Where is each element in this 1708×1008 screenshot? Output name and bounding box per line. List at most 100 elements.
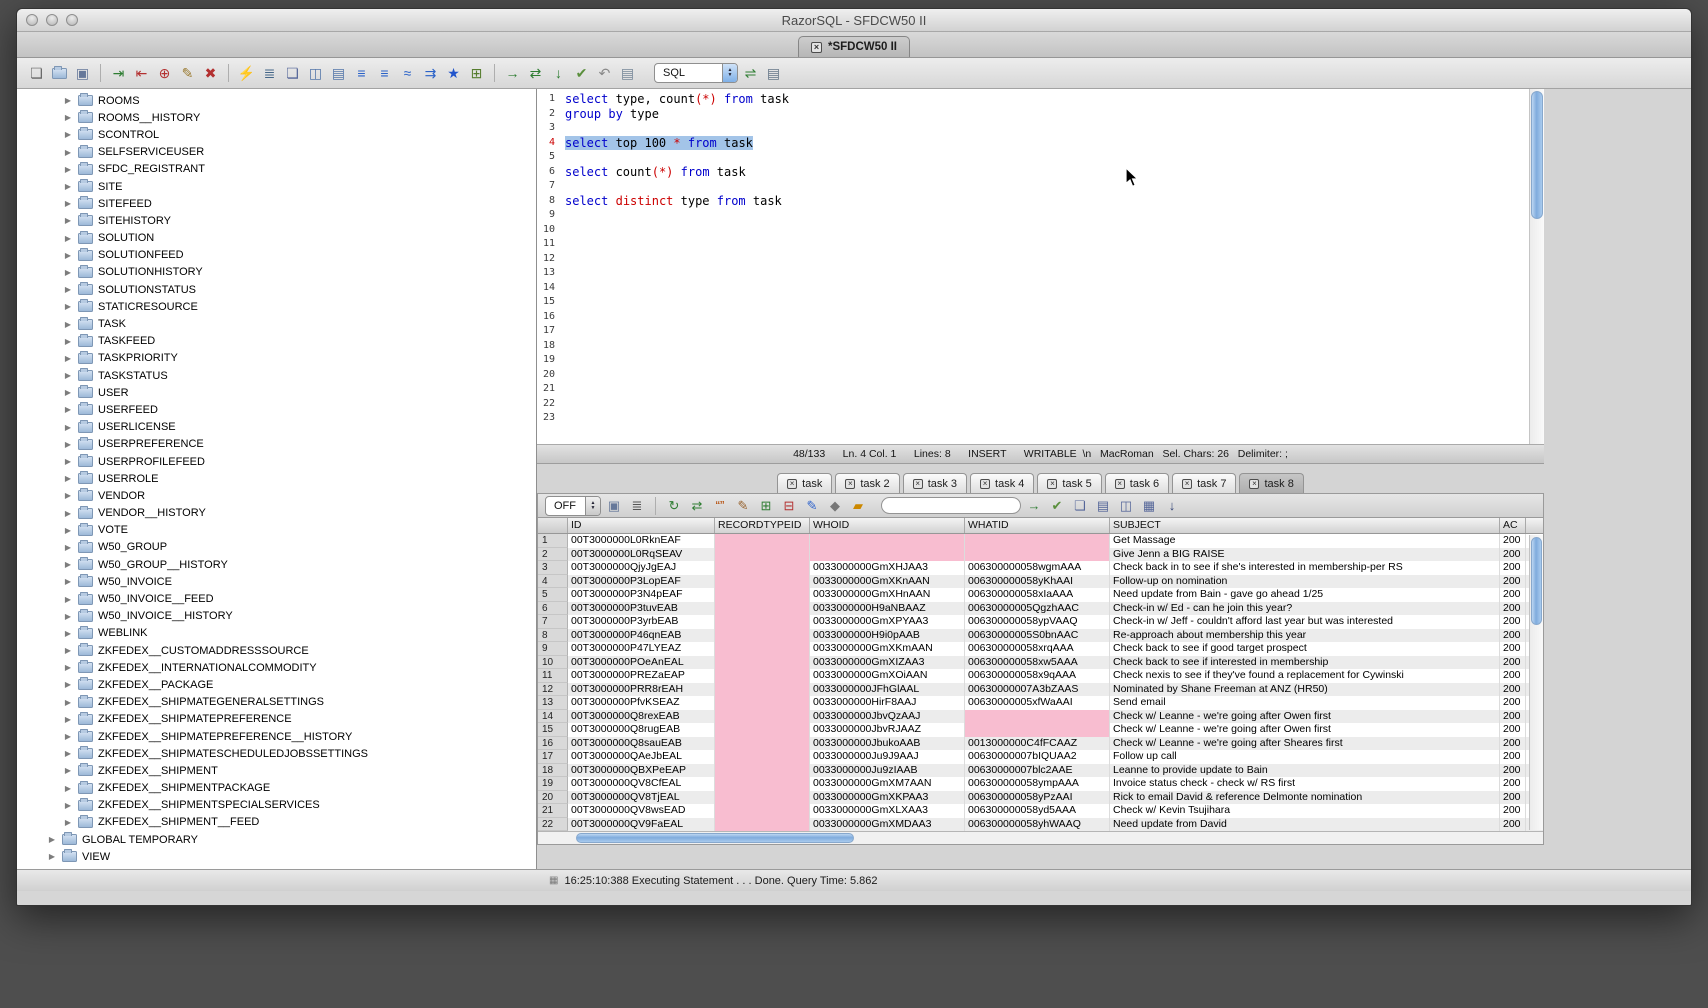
- log-icon[interactable]: ▤: [617, 63, 638, 84]
- disclosure-triangle-icon[interactable]: ▶: [63, 749, 73, 758]
- tab-close-icon[interactable]: ×: [787, 479, 797, 489]
- editor-vertical-scrollbar[interactable]: [1529, 89, 1544, 444]
- table-cell[interactable]: 00T3000000PREZaEAP: [568, 669, 715, 683]
- disclosure-triangle-icon[interactable]: ▶: [63, 818, 73, 827]
- table-cell[interactable]: [810, 548, 965, 562]
- scrollbar-thumb[interactable]: [1531, 537, 1542, 625]
- disclosure-triangle-icon[interactable]: ▶: [47, 852, 57, 861]
- table-cell[interactable]: Check w/ Leanne - we're going after Owen…: [1110, 710, 1500, 724]
- print-results-icon[interactable]: ▤: [1093, 496, 1113, 516]
- table-cell[interactable]: 0033000000HirF8AAJ: [810, 696, 965, 710]
- table-cell[interactable]: 0033000000H9aNBAAZ: [810, 602, 965, 616]
- table-row[interactable]: 300T3000000QjyJgEAJ0033000000GmXHJAA3006…: [538, 561, 1543, 575]
- disclosure-triangle-icon[interactable]: ▶: [63, 646, 73, 655]
- tree-item-solution[interactable]: ▶SOLUTION: [17, 230, 536, 247]
- table-cell[interactable]: Check w/ Kevin Tsujihara: [1110, 804, 1500, 818]
- disclosure-triangle-icon[interactable]: ▶: [63, 526, 73, 535]
- result-tab-task-2[interactable]: ×task 2: [835, 473, 899, 493]
- table-cell[interactable]: [715, 777, 810, 791]
- table-cell[interactable]: [715, 737, 810, 751]
- table-cell[interactable]: Nominated by Shane Freeman at ANZ (HR50): [1110, 683, 1500, 697]
- result-tab-task-5[interactable]: ×task 5: [1037, 473, 1101, 493]
- disclosure-triangle-icon[interactable]: ▶: [63, 405, 73, 414]
- table-row[interactable]: 2100T3000000QV8wsEAD0033000000GmXLXAA300…: [538, 804, 1543, 818]
- disclosure-triangle-icon[interactable]: ▶: [63, 491, 73, 500]
- tree-item-weblink[interactable]: ▶WEBLINK: [17, 625, 536, 642]
- disclosure-triangle-icon[interactable]: ▶: [63, 560, 73, 569]
- table-cell[interactable]: 0033000000GmXHJAA3: [810, 561, 965, 575]
- table-cell[interactable]: 006300000058xIaAAA: [965, 588, 1110, 602]
- table-cell[interactable]: [715, 588, 810, 602]
- table-cell[interactable]: 0033000000JbvQzAAJ: [810, 710, 965, 724]
- table-list-icon[interactable]: ▤: [763, 63, 784, 84]
- tree-item-vote[interactable]: ▶VOTE: [17, 522, 536, 539]
- limit-select[interactable]: OFF ▲▼: [545, 496, 601, 516]
- result-tab-task-7[interactable]: ×task 7: [1172, 473, 1236, 493]
- tree-item-w50-group-history[interactable]: ▶W50_GROUP__HISTORY: [17, 556, 536, 573]
- table-cell[interactable]: [965, 723, 1110, 737]
- tree-item-sitehistory[interactable]: ▶SITEHISTORY: [17, 212, 536, 229]
- tree-item-sfdc-registrant[interactable]: ▶SFDC_REGISTRANT: [17, 161, 536, 178]
- disclosure-triangle-icon[interactable]: ▶: [63, 148, 73, 157]
- table-row[interactable]: 900T3000000P47LYEAZ0033000000GmXKmAAN006…: [538, 642, 1543, 656]
- disclosure-triangle-icon[interactable]: ▶: [63, 698, 73, 707]
- table-cell[interactable]: Follow up call: [1110, 750, 1500, 764]
- tree-item-w50-invoice[interactable]: ▶W50_INVOICE: [17, 573, 536, 590]
- disclosure-triangle-icon[interactable]: ▶: [63, 199, 73, 208]
- table-cell[interactable]: [715, 615, 810, 629]
- table-cell[interactable]: [715, 575, 810, 589]
- table-cell[interactable]: [715, 804, 810, 818]
- column-header-subject[interactable]: SUBJECT: [1110, 518, 1500, 533]
- table-cell[interactable]: 200: [1500, 804, 1526, 818]
- table-cell[interactable]: 200: [1500, 575, 1526, 589]
- disclosure-triangle-icon[interactable]: ▶: [63, 457, 73, 466]
- indent-icon[interactable]: ≡: [374, 63, 395, 84]
- table-cell[interactable]: 200: [1500, 710, 1526, 724]
- tree-item-w50-group[interactable]: ▶W50_GROUP: [17, 539, 536, 556]
- go-icon[interactable]: →: [502, 63, 523, 84]
- disclosure-triangle-icon[interactable]: ▶: [63, 577, 73, 586]
- table-cell[interactable]: Check w/ Leanne - we're going after Shea…: [1110, 737, 1500, 751]
- disclosure-triangle-icon[interactable]: ▶: [63, 354, 73, 363]
- tree-item-w50-invoice-feed[interactable]: ▶W50_INVOICE__FEED: [17, 590, 536, 607]
- table-cell[interactable]: 200: [1500, 669, 1526, 683]
- table-cell[interactable]: 200: [1500, 696, 1526, 710]
- tree-item-w50-invoice-history[interactable]: ▶W50_INVOICE__HISTORY: [17, 608, 536, 625]
- edit-connection-icon[interactable]: ✎: [177, 63, 198, 84]
- titlebar[interactable]: RazorSQL - SFDCW50 II: [17, 9, 1691, 32]
- grid-horizontal-scrollbar[interactable]: [538, 831, 1543, 844]
- tree-item-zkfedex-shipmatepreference[interactable]: ▶ZKFEDEX__SHIPMATEPREFERENCE: [17, 711, 536, 728]
- tree-item-zkfedex-package[interactable]: ▶ZKFEDEX__PACKAGE: [17, 676, 536, 693]
- table-cell[interactable]: 200: [1500, 723, 1526, 737]
- table-cell[interactable]: 00T3000000Q8rugEAB: [568, 723, 715, 737]
- paste-icon[interactable]: ▤: [328, 63, 349, 84]
- disclosure-triangle-icon[interactable]: ▶: [63, 130, 73, 139]
- table-cell[interactable]: 00T3000000QBXPeEAP: [568, 764, 715, 778]
- table-cell[interactable]: 006300000058wgmAAA: [965, 561, 1110, 575]
- table-cell[interactable]: 00630000007A3bZAAS: [965, 683, 1110, 697]
- table-cell[interactable]: 0033000000Ju9J9AAJ: [810, 750, 965, 764]
- table-cell[interactable]: 0033000000JbukoAAB: [810, 737, 965, 751]
- table-cell[interactable]: 006300000058yd5AAA: [965, 804, 1110, 818]
- insert-row-icon[interactable]: ⊞: [756, 496, 776, 516]
- disclosure-triangle-icon[interactable]: ▶: [63, 251, 73, 260]
- document-tab-sfdcw50[interactable]: × *SFDCW50 II: [798, 36, 910, 57]
- table-cell[interactable]: 0033000000GmXIZAA3: [810, 656, 965, 670]
- table-cell[interactable]: 006300000058yKhAAI: [965, 575, 1110, 589]
- table-cell[interactable]: [715, 602, 810, 616]
- disclosure-triangle-icon[interactable]: ▶: [63, 423, 73, 432]
- table-cell[interactable]: 200: [1500, 561, 1526, 575]
- tab-close-icon[interactable]: ×: [1047, 479, 1057, 489]
- tree-item-site[interactable]: ▶SITE: [17, 178, 536, 195]
- table-row[interactable]: 800T3000000P46qnEAB0033000000H9i0pAAB006…: [538, 629, 1543, 643]
- execute-script-icon[interactable]: ≣: [259, 63, 280, 84]
- tree-item-zkfedex-shipmatepreference-history[interactable]: ▶ZKFEDEX__SHIPMATEPREFERENCE__HISTORY: [17, 728, 536, 745]
- disclosure-triangle-icon[interactable]: ▶: [63, 234, 73, 243]
- table-row[interactable]: 1000T3000000POeAnEAL0033000000GmXIZAA300…: [538, 656, 1543, 670]
- tree-item-zkfedex-shipmatescheduledjobssettings[interactable]: ▶ZKFEDEX__SHIPMATESCHEDULEDJOBSSETTINGS: [17, 745, 536, 762]
- grid-vertical-scrollbar[interactable]: [1529, 535, 1543, 830]
- table-cell[interactable]: 00T3000000POeAnEAL: [568, 656, 715, 670]
- tree-item-taskpriority[interactable]: ▶TASKPRIORITY: [17, 350, 536, 367]
- table-cell[interactable]: 200: [1500, 548, 1526, 562]
- comment-icon[interactable]: ≈: [397, 63, 418, 84]
